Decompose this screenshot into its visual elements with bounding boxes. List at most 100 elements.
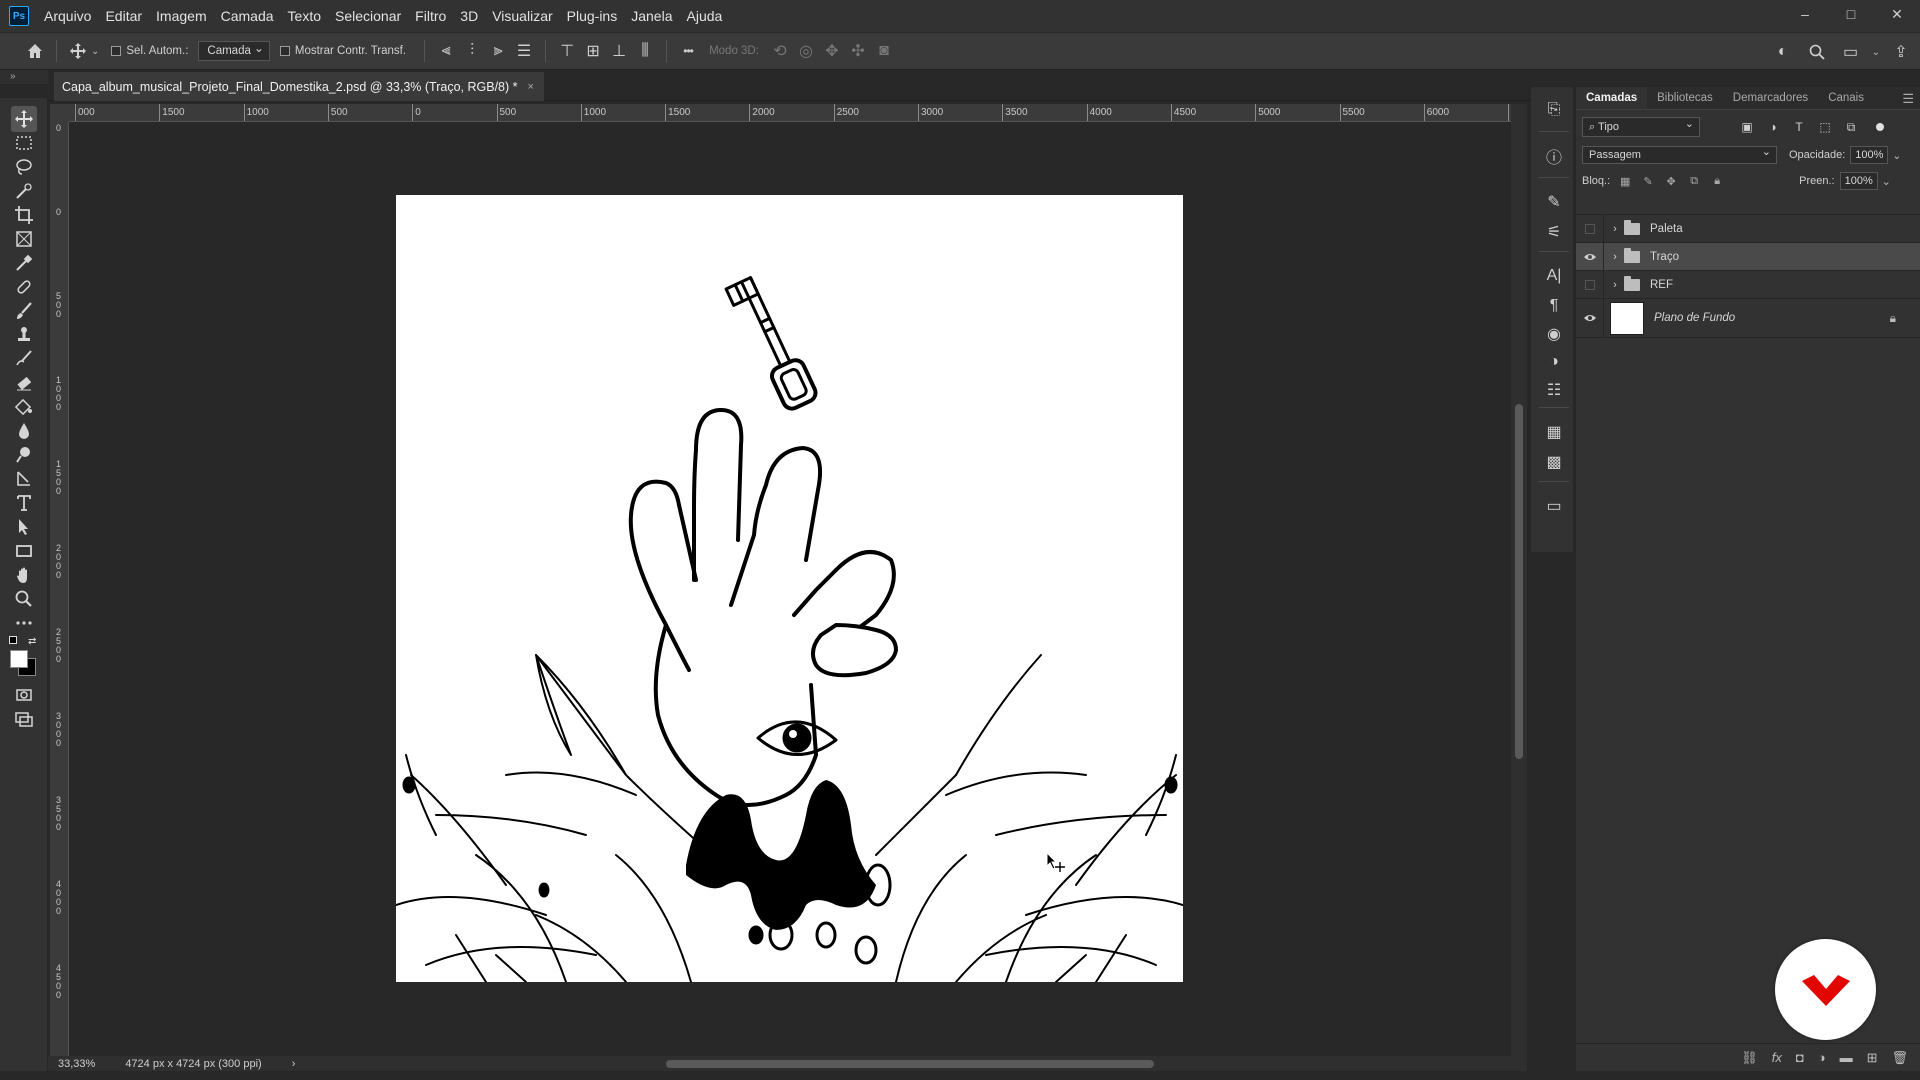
align-left-icon[interactable]: ⫷ xyxy=(433,38,459,64)
properties-panel-icon[interactable]: ☷ xyxy=(1543,379,1565,401)
tab-camadas[interactable]: Camadas xyxy=(1576,87,1648,109)
filter-adjustment-icon[interactable]: ◑ xyxy=(1764,118,1782,136)
horizontal-ruler[interactable]: 000 1500 1000 500 0 500 1000 1500 2000 2500 3000 35… xyxy=(69,104,1511,122)
menu-arquivo[interactable]: Arquivo xyxy=(37,0,98,33)
adjustment-layer-icon[interactable]: ◑ xyxy=(1818,1050,1826,1065)
crop-tool-icon[interactable] xyxy=(11,202,37,228)
close-document-icon[interactable]: × xyxy=(528,81,534,93)
menu-plugins[interactable]: Plug-ins xyxy=(560,0,625,33)
marquee-tool-icon[interactable] xyxy=(11,130,37,156)
lock-image-icon[interactable]: ✎ xyxy=(1640,173,1656,189)
vertical-scroll-thumb[interactable] xyxy=(1515,404,1523,759)
zoom-tool-icon[interactable] xyxy=(11,586,37,612)
menu-filtro[interactable]: Filtro xyxy=(408,0,453,33)
align-middle-v-icon[interactable]: ⊞ xyxy=(580,38,606,64)
eraser-tool-icon[interactable] xyxy=(11,370,37,396)
healing-brush-tool-icon[interactable] xyxy=(11,274,37,300)
brush-tool-icon[interactable] xyxy=(11,298,37,324)
add-mask-icon[interactable]: ◘ xyxy=(1796,1050,1804,1065)
history-brush-tool-icon[interactable] xyxy=(11,346,37,372)
chevron-down-icon[interactable]: ⌄ xyxy=(1882,175,1891,188)
pen-tool-icon[interactable] xyxy=(11,466,37,492)
more-options-icon[interactable]: ••• xyxy=(675,38,701,64)
camera-3d-icon[interactable]: ◙ xyxy=(871,38,897,64)
quick-selection-tool-icon[interactable] xyxy=(11,178,37,204)
default-colors-icon[interactable] xyxy=(9,636,17,644)
chevron-down-icon[interactable]: ⌄ xyxy=(1872,47,1880,58)
slide-3d-icon[interactable]: ✣ xyxy=(845,38,871,64)
lock-all-icon[interactable]: 🔒︎ xyxy=(1709,173,1725,189)
lock-transparent-icon[interactable]: ▦ xyxy=(1617,173,1633,189)
minimize-button[interactable]: – xyxy=(1782,0,1828,28)
filter-smart-object-icon[interactable]: ⧉ xyxy=(1842,118,1860,136)
menu-selecionar[interactable]: Selecionar xyxy=(328,0,408,33)
menu-janela[interactable]: Janela xyxy=(624,0,679,33)
dodge-tool-icon[interactable] xyxy=(11,442,37,468)
search-icon[interactable] xyxy=(1804,39,1830,65)
opacity-input[interactable]: 100% xyxy=(1850,146,1889,164)
eyedropper-tool-icon[interactable] xyxy=(11,250,37,276)
blur-tool-icon[interactable] xyxy=(11,418,37,444)
clone-stamp-tool-icon[interactable] xyxy=(11,322,37,348)
horizontal-scroll-thumb[interactable] xyxy=(666,1060,1154,1068)
tab-bibliotecas[interactable]: Bibliotecas xyxy=(1647,92,1723,109)
orbit-3d-icon[interactable]: ⟲ xyxy=(767,38,793,64)
status-menu-arrow[interactable]: › xyxy=(292,1058,296,1070)
vertical-ruler[interactable]: 0 0 500 1000 1500 2000 2500 3000 3500 4000 4500 xyxy=(50,122,69,1056)
show-transform-checkbox[interactable]: Mostrar Contr. Transf. xyxy=(279,45,406,57)
rectangle-tool-icon[interactable] xyxy=(11,538,37,564)
color-panel-icon[interactable]: ◉ xyxy=(1543,323,1565,345)
maximize-button[interactable]: □ xyxy=(1828,0,1874,28)
auto-select-checkbox[interactable]: Sel. Autom.: xyxy=(111,45,188,57)
lock-position-icon[interactable]: ✥ xyxy=(1663,173,1679,189)
photoshop-logo[interactable]: Ps xyxy=(9,6,29,26)
filter-shape-icon[interactable]: ⬚ xyxy=(1816,118,1834,136)
align-top-icon[interactable]: ⊤ xyxy=(554,38,580,64)
lock-artboard-icon[interactable]: ⧉ xyxy=(1686,173,1702,189)
tab-demarcadores[interactable]: Demarcadores xyxy=(1723,92,1818,109)
close-window-button[interactable]: ✕ xyxy=(1874,0,1920,28)
lasso-tool-icon[interactable] xyxy=(11,154,37,180)
filter-toggle-icon[interactable] xyxy=(1876,123,1884,131)
vertical-scrollbar[interactable] xyxy=(1511,104,1527,1056)
gradients-panel-icon[interactable]: ▭ xyxy=(1543,495,1565,517)
roll-3d-icon[interactable]: ◎ xyxy=(793,38,819,64)
panel-menu-icon[interactable]: ☰ xyxy=(1902,91,1914,107)
color-swatches[interactable]: ⇄ xyxy=(9,636,39,676)
filter-type-icon[interactable]: T xyxy=(1790,118,1808,136)
menu-texto[interactable]: Texto xyxy=(281,0,328,33)
pan-3d-icon[interactable]: ✥ xyxy=(819,38,845,64)
hand-tool-icon[interactable] xyxy=(11,562,37,588)
menu-visualizar[interactable]: Visualizar xyxy=(485,0,559,33)
document-tab[interactable]: Capa_album_musical_Projeto_Final_Domesti… xyxy=(54,72,544,101)
align-center-h-icon[interactable]: ⫶ xyxy=(459,38,485,64)
info-panel-icon[interactable]: ⓘ xyxy=(1543,145,1565,167)
layer-effects-icon[interactable]: fx xyxy=(1772,1050,1782,1065)
history-panel-icon[interactable]: ⎘ xyxy=(1543,99,1565,121)
ruler-origin[interactable] xyxy=(50,104,69,122)
edit-toolbar-icon[interactable] xyxy=(11,610,37,636)
patterns-panel-icon[interactable]: ▩ xyxy=(1543,451,1565,473)
horizontal-scrollbar[interactable] xyxy=(310,1056,1527,1071)
menu-imagem[interactable]: Imagem xyxy=(149,0,214,33)
brushes-panel-icon[interactable]: ⚟ xyxy=(1543,221,1565,243)
share-export-icon[interactable]: ⇪ xyxy=(1888,39,1914,65)
chevron-right-icon[interactable]: › xyxy=(1608,223,1622,235)
filter-pixel-icon[interactable]: ▣ xyxy=(1738,118,1756,136)
zoom-level[interactable]: 33,33% xyxy=(58,1058,95,1070)
align-right-icon[interactable]: ⫸ xyxy=(485,38,511,64)
visibility-toggle[interactable] xyxy=(1576,271,1604,298)
path-selection-tool-icon[interactable] xyxy=(11,514,37,540)
link-layers-icon[interactable]: ⛓ xyxy=(1741,1050,1758,1066)
canvas-area[interactable] xyxy=(69,122,1511,1056)
frame-tool-icon[interactable] xyxy=(11,226,37,252)
home-icon[interactable] xyxy=(22,38,48,64)
move-tool-preset-icon[interactable] xyxy=(65,38,91,64)
paragraph-panel-icon[interactable]: ¶ xyxy=(1543,295,1565,317)
menu-camada[interactable]: Camada xyxy=(214,0,281,33)
chevron-down-icon[interactable]: ⌄ xyxy=(91,46,99,57)
adjustments-panel-icon[interactable]: ◑ xyxy=(1543,351,1565,373)
visibility-toggle[interactable] xyxy=(1576,215,1604,242)
layer-filter-dropdown[interactable]: ⌕ Tipo xyxy=(1582,115,1700,137)
foreground-color-swatch[interactable] xyxy=(10,650,28,668)
